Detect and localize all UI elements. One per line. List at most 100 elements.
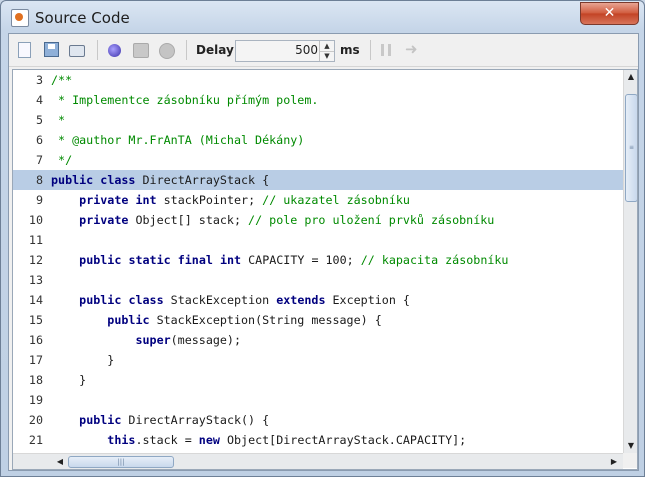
code-text: } xyxy=(51,353,115,367)
scroll-down-arrow-icon[interactable]: ▼ xyxy=(624,439,637,453)
code-keyword: public xyxy=(51,173,94,187)
code-keyword: super xyxy=(135,333,171,347)
run-globe-icon[interactable] xyxy=(108,44,121,57)
code-comment: // kapacita zásobníku xyxy=(360,253,509,267)
toolbar-separator xyxy=(370,40,371,60)
line-number: 13 xyxy=(28,273,43,287)
code-text: Exception { xyxy=(325,293,410,307)
code-keyword: extends xyxy=(276,293,326,307)
code-keyword: public xyxy=(79,293,122,307)
print-icon[interactable] xyxy=(69,45,85,57)
vertical-scrollbar[interactable]: ▲ ≡ ▼ xyxy=(623,70,637,453)
line-number: 19 xyxy=(28,393,43,407)
code-text: StackException xyxy=(163,293,277,307)
code-comment: * xyxy=(51,113,66,127)
line-number: 10 xyxy=(28,213,43,227)
toolbar-separator xyxy=(97,40,98,60)
code-line[interactable]: 13 xyxy=(13,270,623,290)
code-keyword: static xyxy=(128,253,171,267)
code-line[interactable]: 6 * @author Mr.FrAnTA (Michal Dékány) xyxy=(13,130,623,150)
line-number: 21 xyxy=(28,433,43,447)
delay-unit: ms xyxy=(340,43,360,57)
scroll-right-arrow-icon[interactable]: ▶ xyxy=(607,454,621,469)
code-keyword: private xyxy=(79,193,129,207)
code-keyword: new xyxy=(198,433,220,447)
code-line[interactable]: 9 private int stackPointer; // ukazatel … xyxy=(13,190,623,210)
code-line[interactable]: 8 public class DirectArrayStack { xyxy=(13,170,623,190)
line-number: 14 xyxy=(28,293,43,307)
code-text: } xyxy=(51,373,87,387)
code-line[interactable]: 5 * xyxy=(13,110,623,130)
code-keyword: public xyxy=(79,253,122,267)
java-coffee-icon xyxy=(11,9,29,27)
code-keyword: public xyxy=(107,313,150,327)
code-line[interactable]: 17 } xyxy=(13,350,623,370)
code-line[interactable]: 15 public StackException(String message)… xyxy=(13,310,623,330)
line-number: 4 xyxy=(35,93,43,107)
code-text: (message); xyxy=(170,333,242,347)
vertical-scroll-thumb[interactable]: ≡ xyxy=(625,94,637,202)
delay-input[interactable]: 500 xyxy=(236,43,318,57)
code-text: Object[] stack; xyxy=(128,213,249,227)
code-comment: * @author Mr.FrAnTA (Michal Dékány) xyxy=(51,133,305,147)
code-line[interactable]: 10 private Object[] stack; // pole pro u… xyxy=(13,210,623,230)
code-line[interactable]: 11 xyxy=(13,230,623,250)
code-line[interactable]: 18 } xyxy=(13,370,623,390)
code-text: stackPointer; xyxy=(156,193,263,207)
line-number: 20 xyxy=(28,413,43,427)
new-file-icon[interactable] xyxy=(18,42,31,58)
code-line[interactable]: 4 * Implementce zásobníku přímým polem. xyxy=(13,90,623,110)
code-keyword: int xyxy=(135,193,157,207)
scroll-up-arrow-icon[interactable]: ▲ xyxy=(624,70,637,84)
line-number: 16 xyxy=(28,333,43,347)
code-comment: // pole pro uložení prvků zásobníku xyxy=(248,213,495,227)
scroll-left-arrow-icon[interactable]: ◀ xyxy=(53,454,67,469)
code-line[interactable]: 7 */ xyxy=(13,150,623,170)
step-icon[interactable] xyxy=(133,43,149,58)
line-number: 17 xyxy=(28,353,43,367)
line-number: 3 xyxy=(35,73,43,87)
code-comment: * Implementce zásobníku přímým polem. xyxy=(51,93,319,107)
line-number: 18 xyxy=(28,373,43,387)
source-code-window: Source Code ✕ Delay: 500 ▲ ▼ ms ➜ 3 /** … xyxy=(0,0,645,477)
toolbar-separator xyxy=(186,40,187,60)
code-view[interactable]: 3 /** 4 * Implementce zásobníku přímým pol… xyxy=(13,70,623,453)
line-number: 8 xyxy=(35,173,43,187)
code-keyword: final xyxy=(177,253,213,267)
code-line[interactable]: 21 this.stack = new Object[DirectArraySt… xyxy=(13,430,623,450)
save-icon[interactable] xyxy=(44,42,59,57)
line-number: 11 xyxy=(28,233,43,247)
code-line[interactable]: 3 /** xyxy=(13,70,623,90)
code-comment: // ukazatel zásobníku xyxy=(262,193,410,207)
delay-spinner[interactable]: 500 ▲ ▼ xyxy=(235,40,335,62)
horizontal-scroll-thumb[interactable]: ||| xyxy=(68,456,174,468)
line-number: 6 xyxy=(35,133,43,147)
code-text: .stack = xyxy=(135,433,199,447)
code-line[interactable]: 16 super(message); xyxy=(13,330,623,350)
code-line[interactable]: 20 public DirectArrayStack() { xyxy=(13,410,623,430)
code-line[interactable]: 19 xyxy=(13,390,623,410)
code-comment: */ xyxy=(51,153,73,167)
code-line[interactable]: 14 public class StackException extends E… xyxy=(13,290,623,310)
line-number: 9 xyxy=(35,193,43,207)
line-number: 7 xyxy=(35,153,43,167)
stop-icon[interactable] xyxy=(159,43,175,59)
title-bar[interactable]: Source Code ✕ xyxy=(1,1,644,33)
source-editor[interactable]: 3 /** 4 * Implementce zásobníku přímým pol… xyxy=(12,69,638,470)
forward-arrow-icon[interactable]: ➜ xyxy=(405,42,418,57)
spinner-down-button[interactable]: ▼ xyxy=(320,51,334,61)
horizontal-scrollbar[interactable]: ◀ ||| ▶ xyxy=(13,453,623,469)
pause-icon[interactable] xyxy=(381,44,391,56)
code-line[interactable]: 12 public static final int CAPACITY = 10… xyxy=(13,250,623,270)
code-text: CAPACITY = 100; xyxy=(241,253,361,267)
code-keyword: class xyxy=(100,173,136,187)
close-button[interactable]: ✕ xyxy=(580,2,639,25)
line-number: 5 xyxy=(35,113,43,127)
line-number: 12 xyxy=(28,253,43,267)
